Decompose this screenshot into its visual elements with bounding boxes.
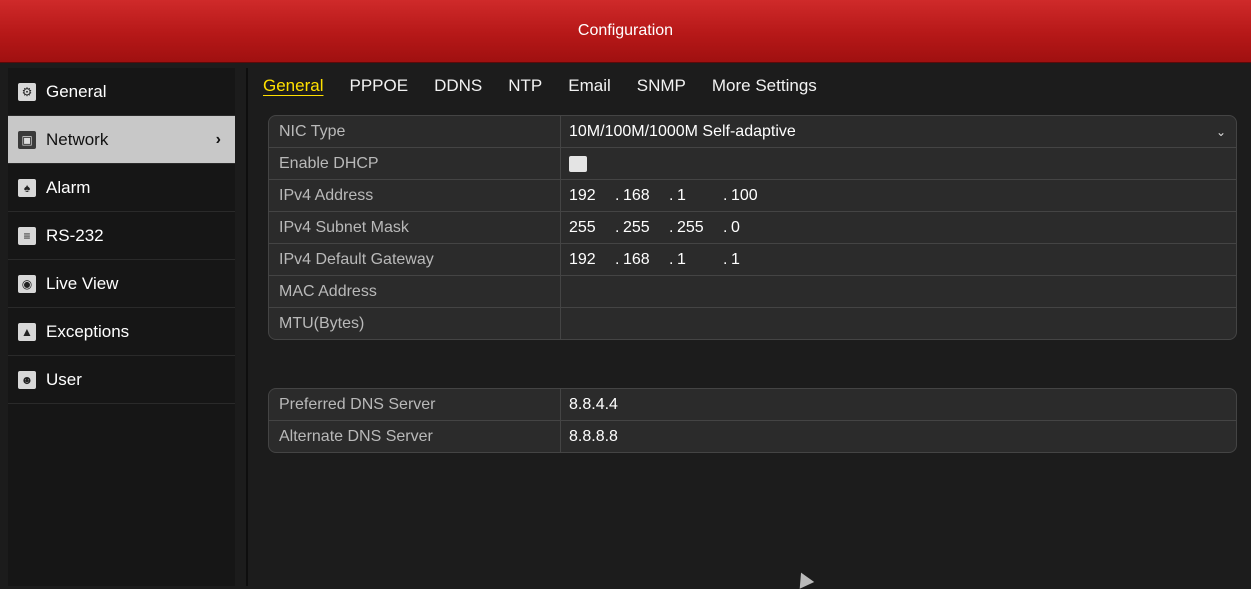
ip-octet: 255	[569, 218, 596, 236]
sidebar-item-label: Live View	[46, 273, 119, 293]
subnet-label: IPv4 Subnet Mask	[269, 212, 561, 243]
gateway-input[interactable]: 192. 168. 1. 1	[561, 244, 1236, 275]
ip-octet: 100	[731, 186, 758, 204]
alternate-dns-row: Alternate DNS Server 8.8.8.8	[269, 421, 1236, 452]
gateway-label: IPv4 Default Gateway	[269, 244, 561, 275]
alternate-dns-input[interactable]: 8.8.8.8	[561, 421, 1236, 452]
divider	[246, 68, 248, 586]
dhcp-label: Enable DHCP	[269, 148, 561, 179]
sidebar-item-label: General	[46, 81, 107, 101]
alternate-dns-label: Alternate DNS Server	[269, 421, 561, 452]
mac-value	[561, 276, 1236, 307]
sidebar-item-live-view[interactable]: ◉ Live View	[8, 260, 235, 308]
dhcp-row: Enable DHCP	[269, 148, 1236, 180]
chevron-down-icon: ⌄	[1215, 124, 1226, 139]
sidebar-item-label: User	[46, 369, 82, 389]
sidebar-item-general[interactable]: ⚙ General	[8, 68, 235, 116]
mtu-row: MTU(Bytes)	[269, 308, 1236, 339]
sidebar-item-alarm[interactable]: ♠ Alarm	[8, 164, 235, 212]
rs232-icon: ≡	[18, 226, 36, 245]
ip-octet: 1	[731, 250, 740, 268]
ip-octet: 192	[569, 186, 596, 204]
mac-label: MAC Address	[269, 276, 561, 307]
ip-octet: 255	[623, 218, 650, 236]
sidebar-item-label: Network	[46, 129, 109, 149]
preferred-dns-row: Preferred DNS Server 8.8.4.4	[269, 389, 1236, 421]
tab-ddns[interactable]: DDNS	[434, 70, 482, 96]
ipv4-label: IPv4 Address	[269, 180, 561, 211]
ip-octet: 255	[677, 218, 704, 236]
sidebar-item-label: RS-232	[46, 225, 104, 245]
eye-icon: ◉	[18, 274, 36, 293]
nic-type-select[interactable]: 10M/100M/1000M Self-adaptive ⌄	[561, 116, 1236, 147]
sidebar: ⚙ General ▣ Network › ♠ Alarm ≡ RS-232 ◉…	[8, 68, 235, 586]
nic-type-value: 10M/100M/1000M Self-adaptive	[569, 122, 796, 140]
ip-octet: 1	[677, 186, 686, 204]
network-icon: ▣	[18, 130, 36, 149]
nic-type-label: NIC Type	[269, 116, 561, 147]
tab-more-settings[interactable]: More Settings	[712, 70, 817, 96]
dns-settings-panel: Preferred DNS Server 8.8.4.4 Alternate D…	[268, 388, 1237, 453]
sidebar-item-rs232[interactable]: ≡ RS-232	[8, 212, 235, 260]
preferred-dns-label: Preferred DNS Server	[269, 389, 561, 420]
mtu-input[interactable]	[561, 308, 1236, 339]
tab-bar: General PPPOE DDNS NTP Email SNMP More S…	[255, 70, 1245, 102]
ip-octet: 192	[569, 250, 596, 268]
sidebar-item-exceptions[interactable]: ▲ Exceptions	[8, 308, 235, 356]
dhcp-checkbox[interactable]	[569, 155, 587, 172]
nic-type-row: NIC Type 10M/100M/1000M Self-adaptive ⌄	[269, 116, 1236, 148]
ip-octet: 168	[623, 250, 650, 268]
tab-email[interactable]: Email	[568, 70, 611, 96]
ip-octet: 0	[731, 218, 740, 236]
network-settings-panel: NIC Type 10M/100M/1000M Self-adaptive ⌄ …	[268, 115, 1237, 340]
chevron-right-icon: ›	[215, 130, 221, 148]
ipv4-input[interactable]: 192. 168. 1. 100	[561, 180, 1236, 211]
warning-icon: ▲	[18, 322, 36, 341]
sidebar-item-user[interactable]: ☻ User	[8, 356, 235, 404]
page-title: Configuration	[577, 22, 674, 39]
gear-icon: ⚙	[18, 82, 36, 101]
ipv4-row: IPv4 Address 192. 168. 1. 100	[269, 180, 1236, 212]
tab-general[interactable]: General	[263, 70, 323, 96]
mtu-label: MTU(Bytes)	[269, 308, 561, 339]
user-icon: ☻	[18, 370, 36, 389]
mac-row: MAC Address	[269, 276, 1236, 308]
subnet-input[interactable]: 255. 255. 255. 0	[561, 212, 1236, 243]
tab-pppoe[interactable]: PPPOE	[349, 70, 408, 96]
sidebar-item-label: Exceptions	[46, 321, 130, 341]
sidebar-item-network[interactable]: ▣ Network ›	[8, 116, 235, 164]
tab-ntp[interactable]: NTP	[508, 70, 542, 96]
preferred-dns-input[interactable]: 8.8.4.4	[561, 389, 1236, 420]
subnet-row: IPv4 Subnet Mask 255. 255. 255. 0	[269, 212, 1236, 244]
sidebar-item-label: Alarm	[46, 177, 91, 197]
title-bar: Configuration	[0, 0, 1251, 63]
ip-octet: 1	[677, 250, 686, 268]
ip-octet: 168	[623, 186, 650, 204]
tab-snmp[interactable]: SNMP	[637, 70, 686, 96]
alarm-icon: ♠	[18, 178, 36, 197]
gateway-row: IPv4 Default Gateway 192. 168. 1. 1	[269, 244, 1236, 276]
